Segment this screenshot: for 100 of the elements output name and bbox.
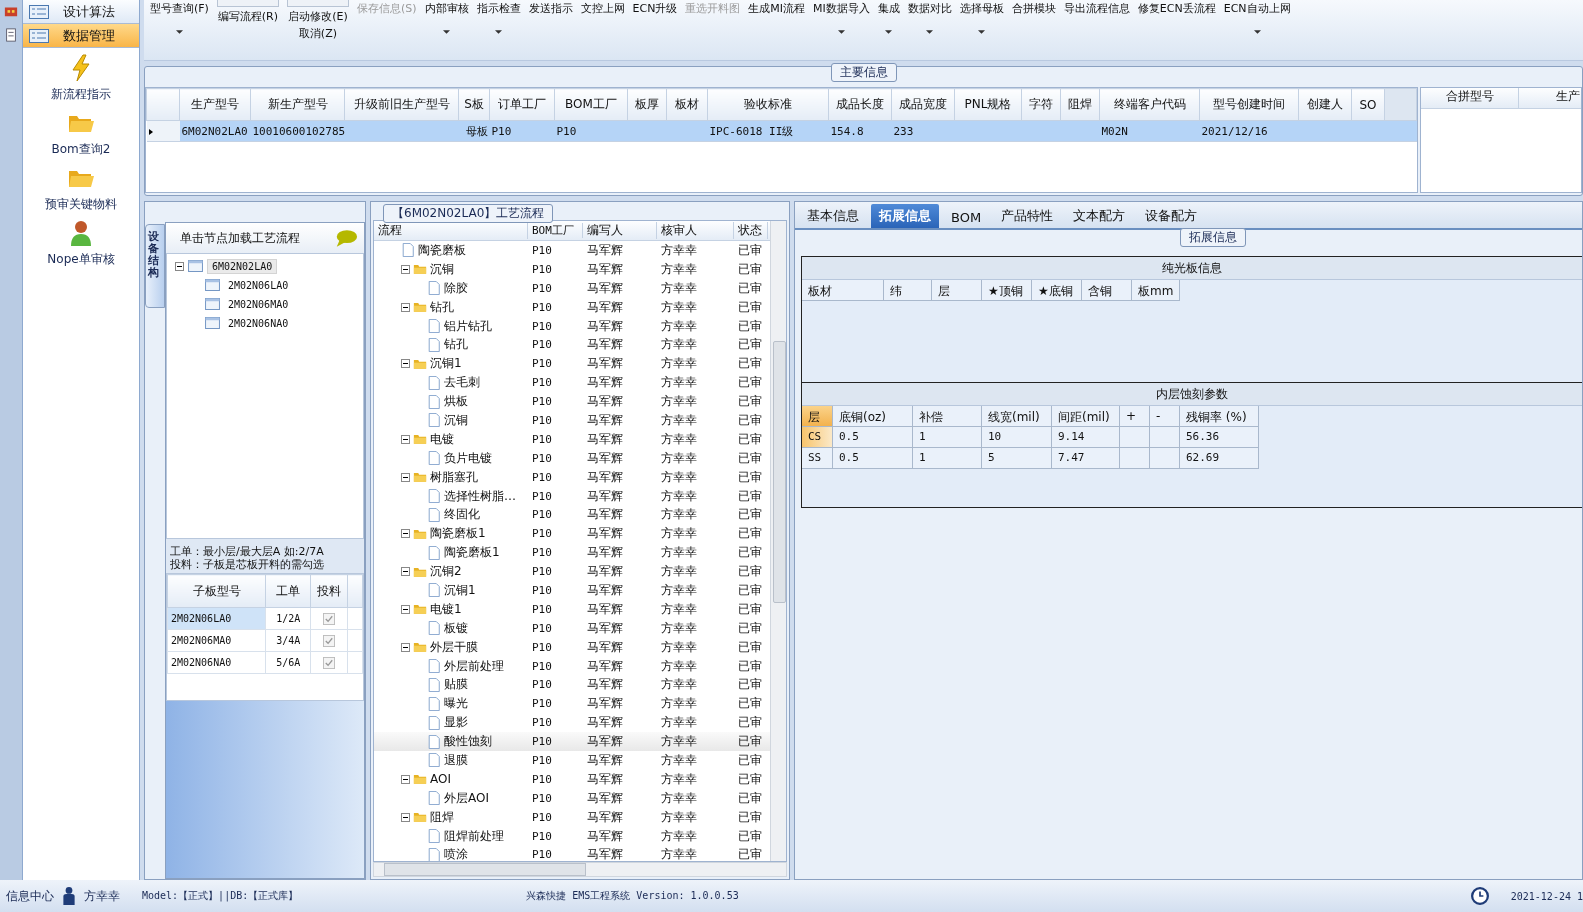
step-name[interactable]: 电镀1: [430, 600, 462, 618]
toolbar-button[interactable]: ECN升级: [632, 1, 678, 16]
column-header[interactable]: 状态: [734, 222, 768, 239]
collapse-icon[interactable]: [175, 261, 184, 271]
tree-item[interactable]: 2M02N06LA0: [224, 278, 293, 292]
nav-action[interactable]: Nope单审核: [23, 219, 139, 268]
column-header[interactable]: 订单工厂: [489, 88, 555, 121]
tab[interactable]: 产品特性: [993, 204, 1062, 228]
step-name[interactable]: 外层前处理: [444, 657, 504, 675]
column-header[interactable]: 工单: [265, 574, 311, 608]
nav-item[interactable]: 数据管理: [23, 24, 139, 48]
column-header[interactable]: 底铜(oz): [833, 406, 913, 427]
column-header[interactable]: 字符: [1021, 88, 1061, 121]
column-header[interactable]: 板mm: [1132, 280, 1180, 301]
tab[interactable]: 拓展信息: [871, 204, 939, 228]
toolbar-button[interactable]: 修复ECN丢流程: [1137, 1, 1216, 16]
column-header[interactable]: BOM工厂: [528, 223, 583, 238]
step-name[interactable]: 去毛刺: [444, 374, 480, 392]
scrollbar[interactable]: [770, 221, 786, 861]
tab[interactable]: 基本信息: [799, 204, 867, 228]
toolbar-button[interactable]: 选择母板: [959, 1, 1004, 16]
step-name[interactable]: 树脂塞孔: [430, 468, 478, 486]
step-name[interactable]: 贴膜: [444, 676, 468, 694]
tab[interactable]: 设备配方: [1137, 204, 1206, 228]
column-header[interactable]: 含铜: [1082, 280, 1132, 301]
caret-icon[interactable]: [978, 30, 986, 34]
step-name[interactable]: 酸性蚀刻: [444, 733, 492, 751]
step-name[interactable]: 沉铜1: [444, 581, 476, 599]
toolbar-button[interactable]: 指示检查: [476, 1, 521, 16]
caret-icon[interactable]: [175, 30, 183, 34]
step-name[interactable]: 陶瓷磨板1: [444, 544, 500, 562]
status-text[interactable]: 信息中心: [6, 887, 54, 905]
table-cell[interactable]: 2M02N06LA0: [167, 607, 266, 630]
step-name[interactable]: 沉铜1: [430, 355, 462, 373]
column-header[interactable]: SO: [1351, 88, 1385, 121]
tab[interactable]: BOM: [943, 207, 990, 228]
collapse-icon[interactable]: [401, 604, 410, 614]
collapse-icon[interactable]: [401, 359, 410, 369]
step-name[interactable]: 沉铜2: [430, 563, 462, 581]
collapse-icon[interactable]: [401, 302, 410, 312]
toolbar-button[interactable]: 导出流程信息: [1063, 1, 1130, 16]
table-cell[interactable]: 2M02N06MA0: [167, 629, 266, 652]
column-header[interactable]: 残铜率 (%): [1180, 406, 1259, 427]
toolbar-button[interactable]: ECN自动上网: [1223, 1, 1291, 16]
toolbar-button[interactable]: 型号查询(F): [150, 1, 209, 16]
column-header[interactable]: 线宽(mil): [982, 406, 1052, 427]
step-name[interactable]: 钻孔: [444, 336, 468, 354]
nav-action[interactable]: 预审关键物料: [23, 164, 139, 213]
column-header[interactable]: 新生产型号: [250, 88, 345, 121]
step-name[interactable]: 烘板: [444, 393, 468, 411]
column-header[interactable]: 层: [932, 280, 982, 301]
caret-icon[interactable]: [443, 30, 450, 34]
collapse-icon[interactable]: [401, 567, 410, 577]
column-header[interactable]: 板材: [666, 88, 708, 121]
side-tab[interactable]: 设备结构: [145, 224, 165, 308]
row-header[interactable]: CS: [802, 427, 833, 448]
column-header[interactable]: S板: [458, 88, 490, 121]
step-name[interactable]: 电镀: [430, 430, 454, 448]
collapse-icon[interactable]: [401, 812, 410, 822]
toolbar-button[interactable]: 启动修改(E): [288, 9, 348, 24]
collapse-icon[interactable]: [401, 529, 410, 539]
column-header[interactable]: 编写人: [583, 222, 657, 239]
step-name[interactable]: 沉铜: [430, 260, 454, 278]
column-header[interactable]: ★底铜: [1032, 280, 1082, 301]
toolbar-button[interactable]: 内部审核: [424, 1, 469, 16]
toolbar-button[interactable]: 文控上网: [580, 1, 625, 16]
step-name[interactable]: 退膜: [444, 752, 468, 769]
step-name[interactable]: 沉铜: [444, 411, 468, 429]
toolbar-button[interactable]: 编写流程(R): [217, 9, 279, 24]
step-name[interactable]: 外层干膜: [430, 638, 478, 656]
tab[interactable]: 文本配方: [1065, 204, 1134, 228]
caret-icon[interactable]: [1253, 30, 1261, 34]
step-name[interactable]: 选择性树脂…: [444, 487, 516, 505]
toolbar-button[interactable]: 取消(Z): [298, 26, 337, 41]
column-header[interactable]: 层: [802, 406, 833, 427]
column-header[interactable]: 流程: [374, 222, 528, 239]
column-header[interactable]: 补偿: [913, 406, 982, 427]
column-header[interactable]: 成品宽度: [891, 88, 955, 121]
tree-item[interactable]: 2M02N06MA0: [224, 297, 293, 311]
tree-item[interactable]: 2M02N06NA0: [224, 316, 293, 330]
collapse-icon[interactable]: [401, 774, 410, 784]
toolbar-button[interactable]: 集成: [877, 1, 900, 16]
column-header[interactable]: 板材: [802, 280, 884, 301]
toolbar-button[interactable]: 数据对比: [907, 1, 952, 16]
table-cell[interactable]: 2M02N06NA0: [167, 651, 266, 674]
checkbox[interactable]: [323, 634, 336, 647]
column-header[interactable]: 投料: [311, 574, 348, 608]
column-header[interactable]: 创建人: [1298, 88, 1352, 121]
toolbar-button[interactable]: 发送指示: [528, 1, 573, 16]
step-name[interactable]: 喷涂: [444, 846, 468, 861]
step-name[interactable]: 陶瓷磨板1: [430, 525, 486, 543]
step-name[interactable]: 外层AOI: [444, 789, 489, 807]
column-header[interactable]: 核审人: [657, 222, 734, 239]
scrollbar[interactable]: [373, 862, 787, 877]
caret-icon[interactable]: [926, 30, 934, 34]
column-header[interactable]: 验收标准: [707, 88, 829, 121]
column-header[interactable]: +: [1120, 406, 1150, 427]
column-header[interactable]: 板厚: [627, 88, 667, 121]
caret-icon[interactable]: [885, 30, 893, 34]
column-header[interactable]: 型号创建时间: [1199, 88, 1299, 121]
